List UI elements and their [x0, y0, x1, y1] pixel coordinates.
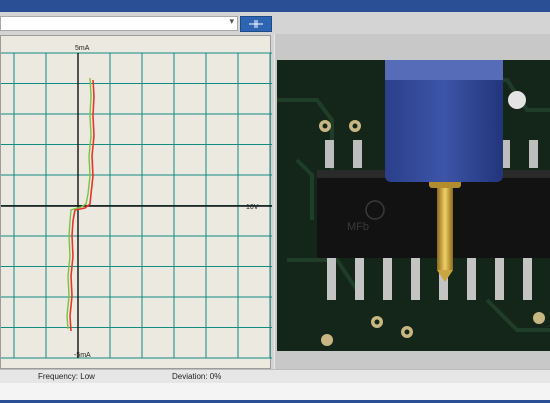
- iv-curve-plot: [1, 52, 272, 359]
- iv-curve-display: [0, 35, 272, 369]
- pcb-camera-image: MFb: [277, 60, 550, 351]
- probe-tool-button[interactable]: [240, 16, 272, 32]
- signal-select[interactable]: ▾: [0, 16, 238, 31]
- camera-view: MFb: [277, 60, 550, 351]
- y-max-label: 5mA: [75, 45, 90, 52]
- chevron-down-icon: ▾: [229, 16, 234, 26]
- frequency-status: Frequency: Low: [38, 372, 95, 381]
- deviation-status: Deviation: 0%: [172, 372, 222, 381]
- probe-symbol-icon: [249, 20, 263, 28]
- svg-text:MFb: MFb: [347, 221, 369, 233]
- trace-b: [66, 77, 92, 330]
- x-max-label: 10V: [246, 204, 259, 211]
- title-bar: [0, 0, 550, 12]
- status-bar: Frequency: Low Deviation: 0%: [0, 369, 550, 383]
- y-min-label: -5mA: [74, 352, 91, 359]
- bottom-bar: [0, 383, 550, 403]
